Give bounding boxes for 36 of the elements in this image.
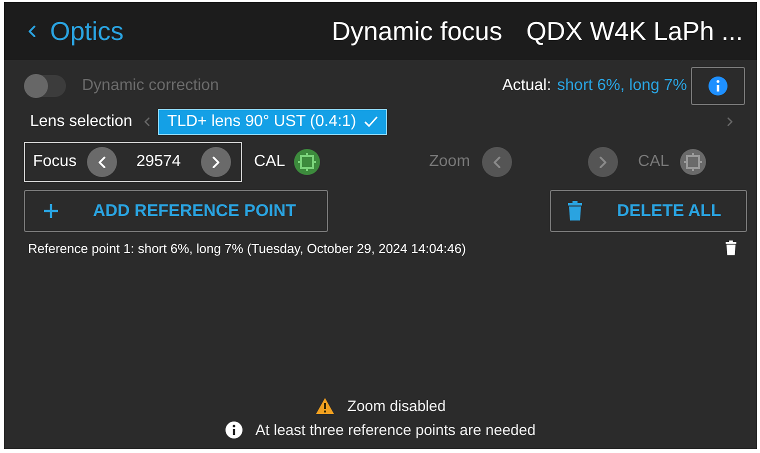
lens-selection-label: Lens selection <box>30 113 132 131</box>
focus-label: Focus <box>33 153 77 171</box>
chevron-right-icon[interactable] <box>727 117 733 127</box>
lens-option[interactable]: TLD+ lens 90° UST (0.4:1) <box>158 109 388 135</box>
info-message: At least three reference points are needed <box>255 422 536 438</box>
chevron-right-icon <box>212 156 220 168</box>
page-title: Dynamic focus <box>332 16 502 46</box>
plus-icon <box>43 203 59 219</box>
actual-label: Actual: <box>502 77 552 95</box>
info-icon <box>708 76 728 96</box>
previous-button[interactable] <box>86 147 117 177</box>
info-button[interactable] <box>691 67 745 105</box>
calibration-icon[interactable] <box>293 148 322 176</box>
cal-label: CAL <box>638 153 670 171</box>
warning-icon <box>315 397 336 415</box>
actual-value: short 6%, long 7% <box>557 77 687 95</box>
warning-message: Zoom disabled <box>347 398 446 414</box>
trash-icon[interactable] <box>725 240 737 256</box>
delete-all-button[interactable]: DELETE ALL <box>550 190 747 232</box>
device-name: QDX W4K LaPh ... <box>526 16 743 46</box>
zoom-label: Zoom <box>429 153 470 171</box>
chevron-left-icon[interactable] <box>144 117 150 127</box>
next-button[interactable] <box>200 147 231 177</box>
add-reference-point-button[interactable]: ADD REFERENCE POINT <box>24 190 328 232</box>
focus-value: 29574 <box>135 153 182 171</box>
info-icon <box>225 421 244 439</box>
chevron-left-icon <box>493 156 502 168</box>
cal-label: CAL <box>254 153 286 171</box>
chevron-right-icon <box>599 156 608 168</box>
chevron-left-icon <box>98 156 106 168</box>
trash-icon <box>567 201 583 221</box>
toggle-label: Dynamic correction <box>82 77 219 95</box>
back-button[interactable]: Optics <box>28 16 124 46</box>
reference-point-text: Reference point 1: short 6%, long 7% (Tuesday, October 29, 2024 14:04:46) <box>28 240 466 256</box>
chevron-left-icon <box>28 24 36 38</box>
check-icon <box>364 116 378 128</box>
